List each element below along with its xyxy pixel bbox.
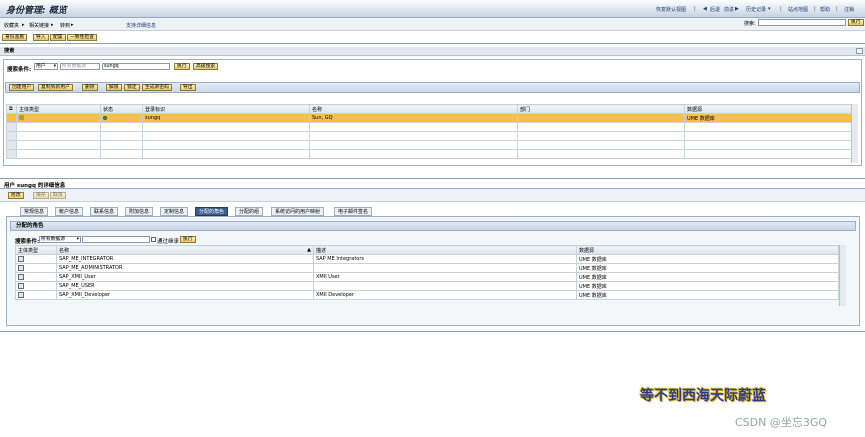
tab-user-mapping[interactable]: 系统访问的用户映射	[271, 207, 325, 216]
forward-icon[interactable]: ▶	[735, 6, 739, 12]
forward-link[interactable]: 前进	[724, 6, 734, 13]
tab-assigned-groups[interactable]: 分配的组	[235, 207, 264, 216]
watermark-text: 等不到西海天际蔚蓝	[640, 388, 766, 404]
col-status[interactable]: 状态	[100, 104, 143, 114]
col-principal-type[interactable]: 主体类型	[16, 104, 101, 114]
details-toolbar	[0, 188, 865, 202]
roles-col-type[interactable]: 主体类型	[15, 245, 57, 255]
csdn-credit: CSDN @坐忘3GQ	[735, 416, 828, 429]
history-link[interactable]: 历史记录	[746, 6, 766, 13]
cancel-button[interactable]: 取消	[50, 192, 66, 199]
tab-general[interactable]: 常规信息	[20, 207, 49, 216]
page-title: 身份管理: 概览	[6, 6, 67, 16]
unlock-button[interactable]: 解锁	[106, 84, 122, 91]
copy-to-new-user-button[interactable]: 复制到新用户	[38, 84, 73, 91]
sort-icon[interactable]: ▲	[307, 247, 311, 253]
result-table-wrap: ⧉ 主体类型 状态 登录标识 名称 部门 数据源 sungq Sun, GQ U…	[6, 104, 852, 159]
lock-button[interactable]: 锁定	[124, 84, 140, 91]
config-button[interactable]: 配置	[50, 34, 66, 41]
select-all-icon[interactable]: ⧉	[6, 104, 17, 114]
datasource-select[interactable]: 所有数据源	[60, 63, 100, 70]
related-links-menu[interactable]: 相关链接	[29, 22, 49, 29]
search-section-title: 搜索	[0, 47, 865, 56]
global-search-input[interactable]	[758, 19, 846, 26]
inherit-checkbox[interactable]	[151, 237, 156, 242]
roles-search-input[interactable]	[82, 236, 150, 243]
row-name: Sun, GQ	[309, 113, 518, 123]
import-button[interactable]: 导入	[33, 34, 49, 41]
roles-title: 分配的角色	[10, 221, 856, 231]
roles-table: 主体类型 名称 ▲ 描述 数据源 SAP_ME_INTEGRATOR SAP ME …	[15, 245, 839, 300]
sitemap-link[interactable]: 站点地图	[788, 6, 808, 13]
col-login[interactable]: 登录标识	[142, 104, 310, 114]
logout-link[interactable]: 注销	[844, 6, 854, 13]
consistency-check-button[interactable]: 一致性检查	[67, 34, 97, 41]
col-department[interactable]: 部门	[517, 104, 685, 114]
tab-custom[interactable]: 定制信息	[160, 207, 189, 216]
table-row-empty	[6, 149, 852, 159]
tab-additional[interactable]: 附加信息	[125, 207, 154, 216]
roles-scrollbar[interactable]	[839, 245, 846, 306]
tab-email-signature[interactable]: 电子邮件签名	[334, 207, 373, 216]
support-details-link[interactable]: 支持详细信息	[126, 22, 156, 29]
result-table: ⧉ 主体类型 状态 登录标识 名称 部门 数据源 sungq Sun, GQ U…	[6, 104, 852, 159]
roles-col-desc[interactable]: 描述	[313, 245, 577, 255]
back-link[interactable]: 后退	[710, 6, 720, 13]
row-dept	[517, 113, 685, 123]
save-button[interactable]: 保存	[33, 192, 49, 199]
col-datasource[interactable]: 数据源	[684, 104, 852, 114]
roles-col-source[interactable]: 数据源	[576, 245, 839, 255]
advanced-search-button[interactable]: 高级搜索	[193, 63, 219, 70]
table-row[interactable]: SAP_XMII_Developer XMII Developer UME 数据库	[15, 290, 839, 300]
row-login: sungq	[142, 113, 310, 123]
table-row[interactable]: SAP_ME_ADMINISTRATOR UME 数据库	[15, 263, 839, 273]
search-query-input[interactable]: sungq	[102, 63, 170, 70]
roles-execute-button[interactable]: 执行	[180, 236, 196, 243]
type-select[interactable]: 用户 ▾	[34, 63, 58, 70]
role-icon	[18, 255, 24, 262]
identity-view-button[interactable]: 身份查看	[2, 34, 28, 41]
roles-col-name[interactable]: 名称 ▲	[56, 245, 314, 255]
role-icon	[18, 264, 24, 271]
global-search-button[interactable]: 执行	[848, 19, 864, 26]
role-icon	[18, 273, 24, 280]
global-search-label: 搜索:	[744, 21, 756, 27]
table-row-empty	[6, 131, 852, 141]
search-criteria-label: 搜索条件:	[7, 67, 32, 73]
generate-password-button[interactable]: 生成新密码	[142, 84, 172, 91]
row-source: UME 数据库	[684, 113, 852, 123]
modify-button[interactable]: 修改	[8, 192, 24, 199]
result-scrollbar[interactable]	[851, 104, 858, 163]
history-dropdown-icon[interactable]: ▾	[768, 6, 771, 12]
col-name[interactable]: 名称	[309, 104, 518, 114]
tab-contact[interactable]: 联系信息	[90, 207, 119, 216]
role-icon	[18, 282, 24, 289]
export-button[interactable]: 导出	[180, 84, 196, 91]
restore-default-view-link[interactable]: 恢复默认视图	[656, 6, 686, 13]
help-link[interactable]: 帮助	[820, 6, 830, 13]
execute-search-button[interactable]: 执行	[174, 63, 190, 70]
table-row[interactable]: SAP_ME_USER UME 数据库	[15, 281, 839, 291]
tab-account[interactable]: 帐户信息	[55, 207, 84, 216]
status-active-icon	[103, 115, 107, 120]
create-user-button[interactable]: 创建用户	[9, 84, 35, 91]
favorites-menu[interactable]: 收藏夹	[4, 22, 19, 29]
goto-menu[interactable]: 转到	[60, 22, 70, 29]
roles-datasource-select[interactable]: 所有数据源 ▾	[39, 236, 81, 243]
table-row-empty	[6, 140, 852, 150]
back-icon[interactable]: ◀	[703, 6, 707, 12]
role-icon	[18, 291, 24, 298]
table-row[interactable]: SAP_XMII_User XMII User UME 数据库	[15, 272, 839, 282]
tab-assigned-roles[interactable]: 分配的角色	[195, 207, 229, 216]
roles-search-label: 搜索条件:	[15, 239, 40, 245]
delete-button[interactable]: 删除	[82, 84, 98, 91]
collapse-icon[interactable]	[856, 48, 863, 54]
user-icon	[19, 115, 24, 120]
roles-table-wrap: 主体类型 名称 ▲ 描述 数据源 SAP_ME_INTEGRATOR SAP ME …	[15, 245, 839, 300]
table-row-empty	[6, 122, 852, 132]
inherit-label: 通过继承	[157, 239, 180, 245]
table-row[interactable]: sungq Sun, GQ UME 数据库	[6, 113, 852, 123]
table-row[interactable]: SAP_ME_INTEGRATOR SAP ME Integrators UME 数…	[15, 254, 839, 264]
